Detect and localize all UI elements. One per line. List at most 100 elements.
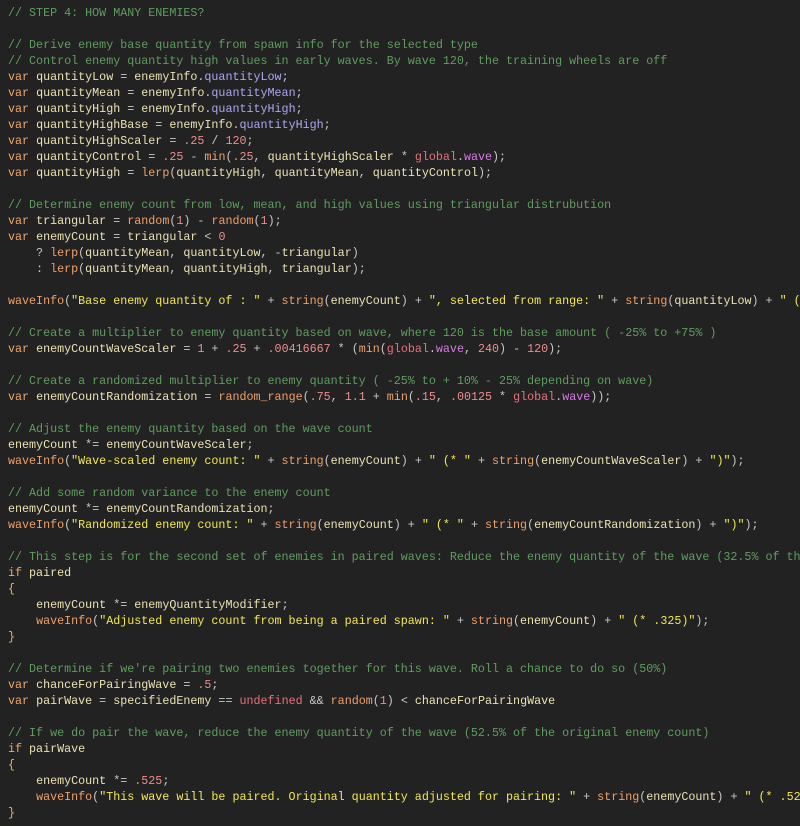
code-line[interactable]: // Control enemy quantity high values in…	[8, 53, 800, 69]
code-line[interactable]: enemyCount *= enemyCountRandomization;	[8, 501, 800, 517]
code-line[interactable]: var enemyCount = triangular < 0	[8, 229, 800, 245]
code-line[interactable]: var quantityMean = enemyInfo.quantityMea…	[8, 85, 800, 101]
token-operator: +	[470, 454, 492, 468]
token-operator: ==	[211, 694, 240, 708]
token-operator: *=	[78, 438, 107, 452]
code-line[interactable]	[8, 181, 800, 197]
code-line[interactable]: {	[8, 757, 800, 773]
code-line[interactable]: // If we do pair the wave, reduce the en…	[8, 725, 800, 741]
code-line[interactable]: enemyCount *= .525;	[8, 773, 800, 789]
code-line[interactable]	[8, 309, 800, 325]
code-line[interactable]: enemyCount *= enemyQuantityModifier;	[8, 597, 800, 613]
code-line[interactable]: : lerp(quantityMean, quantityHigh, trian…	[8, 261, 800, 277]
code-line[interactable]	[8, 357, 800, 373]
token-operator: <	[197, 230, 219, 244]
code-line[interactable]: {	[8, 581, 800, 597]
code-line[interactable]: }	[8, 805, 800, 821]
token-identifier: enemyCount	[330, 454, 401, 468]
token-operator	[29, 694, 36, 708]
token-global-keyword: global	[513, 390, 556, 404]
token-keyword: var	[8, 166, 30, 180]
code-line[interactable]: waveInfo ("Base enemy quantity of : " + s…	[8, 293, 800, 309]
code-line[interactable]: // Create a multiplier to enemy quantity…	[8, 325, 800, 341]
token-operator: ;	[211, 678, 219, 692]
token-string-literal: " (* .525)"	[744, 790, 800, 804]
code-line[interactable]: var enemyCountWaveScaler = 1 + .25 + .00…	[8, 341, 800, 357]
token-operator: ) +	[400, 294, 429, 308]
token-number: .00416667	[267, 342, 331, 356]
code-line[interactable]	[8, 469, 800, 485]
code-line[interactable]: var quantityHigh = enemyInfo.quantityHig…	[8, 101, 800, 117]
token-operator	[8, 774, 36, 788]
code-editor[interactable]: // STEP 4: HOW MANY ENEMIES? // Derive e…	[0, 0, 800, 826]
token-keyword: var	[8, 86, 30, 100]
token-operator: ));	[590, 390, 612, 404]
token-operator: );	[548, 342, 563, 356]
token-string-literal: " (	[779, 294, 800, 308]
token-number: .25	[183, 134, 205, 148]
code-line[interactable]: waveInfo ("Randomized enemy count: " + st…	[8, 517, 800, 533]
token-operator: (	[302, 390, 310, 404]
code-line[interactable]: ? lerp(quantityMean, quantityLow, -trian…	[8, 245, 800, 261]
code-text-area[interactable]: // STEP 4: HOW MANY ENEMIES? // Derive e…	[8, 5, 800, 821]
token-operator: );	[267, 214, 282, 228]
code-line[interactable]	[8, 21, 800, 37]
code-line[interactable]: var quantityHigh = lerp(quantityHigh, qu…	[8, 165, 800, 181]
token-identifier: enemyCount	[36, 598, 107, 612]
code-line[interactable]: }	[8, 629, 800, 645]
token-identifier: enemyCount	[8, 438, 79, 452]
code-line[interactable]: // Determine enemy count from low, mean,…	[8, 197, 800, 213]
token-operator: +	[204, 342, 226, 356]
code-line[interactable]: // Derive enemy base quantity from spawn…	[8, 37, 800, 53]
code-line[interactable]	[8, 277, 800, 293]
token-operator: ) +	[695, 518, 724, 532]
token-number: 1	[379, 694, 387, 708]
code-line[interactable]: enemyCount *= enemyCountWaveScaler;	[8, 437, 800, 453]
token-operator: ;	[281, 598, 289, 612]
code-line[interactable]: var quantityHighScaler = .25 / 120;	[8, 133, 800, 149]
token-number: 120	[225, 134, 247, 148]
code-line[interactable]	[8, 405, 800, 421]
token-operator: =	[120, 166, 142, 180]
code-line[interactable]	[8, 645, 800, 661]
code-line[interactable]: var quantityLow = enemyInfo.quantityLow;	[8, 69, 800, 85]
token-string-literal: "Randomized enemy count: "	[71, 518, 254, 532]
token-operator	[29, 86, 36, 100]
token-operator: =	[176, 678, 198, 692]
token-string-literal: ", selected from range: "	[428, 294, 605, 308]
code-line[interactable]: // STEP 4: HOW MANY ENEMIES?	[8, 5, 800, 21]
token-number: .25	[162, 150, 184, 164]
code-line[interactable]: var pairWave = specifiedEnemy == undefin…	[8, 693, 800, 709]
token-keyword: var	[8, 134, 30, 148]
code-line[interactable]: var quantityHighBase = enemyInfo.quantit…	[8, 117, 800, 133]
code-line[interactable]: // Create a randomized multiplier to ene…	[8, 373, 800, 389]
token-global-keyword: global	[414, 150, 457, 164]
token-identifier: pairWave	[29, 742, 86, 756]
token-function-name: random_range	[218, 390, 303, 404]
code-line[interactable]: waveInfo("This wave will be paired. Orig…	[8, 789, 800, 805]
code-line[interactable]: if pairWave	[8, 741, 800, 757]
token-operator: *=	[78, 502, 107, 516]
token-operator: (	[407, 390, 415, 404]
code-line[interactable]: var quantityControl = .25 - min(.25, qua…	[8, 149, 800, 165]
token-identifier: enemyCount	[323, 518, 394, 532]
code-line[interactable]: // This step is for the second set of en…	[8, 549, 800, 565]
token-identifier: triangular	[281, 262, 352, 276]
code-line[interactable]: var triangular = random(1) - random(1);	[8, 213, 800, 229]
token-brace: }	[8, 806, 16, 820]
token-operator	[29, 230, 36, 244]
token-keyword: var	[8, 214, 30, 228]
token-operator: =	[120, 86, 142, 100]
code-line[interactable]	[8, 709, 800, 725]
token-operator: ,	[260, 166, 275, 180]
token-function-name: waveInfo	[36, 614, 93, 628]
code-line[interactable]: waveInfo ("Wave-scaled enemy count: " + s…	[8, 453, 800, 469]
code-line[interactable]: var chanceForPairingWave = .5;	[8, 677, 800, 693]
code-line[interactable]: // Add some random variance to the enemy…	[8, 485, 800, 501]
code-line[interactable]: if paired	[8, 565, 800, 581]
code-line[interactable]: // Determine if we're pairing two enemie…	[8, 661, 800, 677]
code-line[interactable]	[8, 533, 800, 549]
code-line[interactable]: waveInfo ("Adjusted enemy count from bein…	[8, 613, 800, 629]
code-line[interactable]: // Adjust the enemy quantity based on th…	[8, 421, 800, 437]
code-line[interactable]: var enemyCountRandomization = random_ran…	[8, 389, 800, 405]
